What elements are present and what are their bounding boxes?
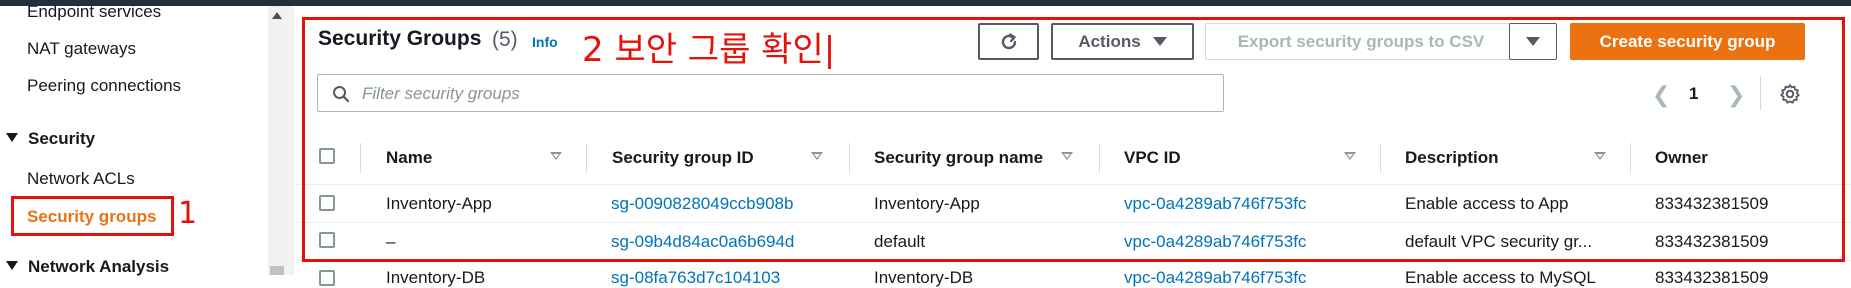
expand-triangle-icon <box>6 261 18 271</box>
sidebar-item-nat-gateways[interactable]: NAT gateways <box>27 39 136 59</box>
sidebar-section-label: Network Analysis <box>28 257 170 276</box>
annotation-box-step2 <box>302 17 1845 262</box>
row-description: Enable access to MySQL <box>1405 268 1596 287</box>
row-checkbox[interactable] <box>319 270 335 286</box>
row-owner: 833432381509 <box>1655 268 1769 287</box>
sidebar-section-network-analysis[interactable]: Network Analysis <box>6 257 169 277</box>
row-security-group-name: Inventory-DB <box>874 268 974 287</box>
annotation-box-step1 <box>11 196 174 236</box>
row-security-group-id-link[interactable]: sg-08fa763d7c104103 <box>611 268 780 288</box>
sidebar-section-security[interactable]: Security <box>6 129 95 149</box>
annotation-label-step1: 1 <box>178 196 198 231</box>
row-vpc-id-link[interactable]: vpc-0a4289ab746f753fc <box>1124 268 1306 288</box>
sidebar-item-endpoint-services[interactable]: Endpoint services <box>27 2 161 22</box>
row-name: Inventory-DB <box>386 268 486 287</box>
sidebar-item-peering-connections[interactable]: Peering connections <box>27 76 181 96</box>
expand-triangle-icon <box>6 133 18 143</box>
panel-divider <box>286 6 294 275</box>
sidebar-section-label: Security <box>28 129 96 148</box>
scroll-up-arrow-icon[interactable] <box>272 12 282 19</box>
scrollbar-thumb[interactable] <box>270 266 284 275</box>
sidebar-item-network-acls[interactable]: Network ACLs <box>27 169 135 189</box>
sidebar-scrollbar[interactable] <box>268 6 286 275</box>
